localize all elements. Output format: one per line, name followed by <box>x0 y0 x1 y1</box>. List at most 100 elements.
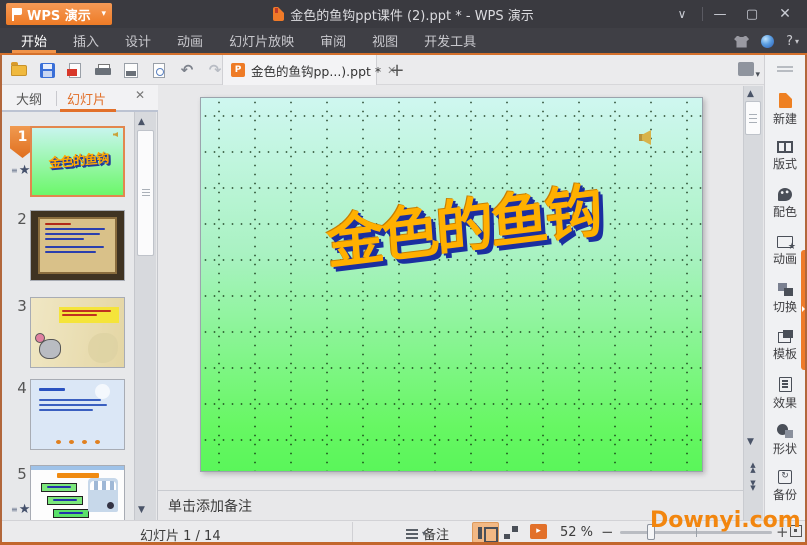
slide-2-number: 2 <box>17 210 27 228</box>
editor-scroll-up-icon[interactable]: ▲ <box>747 89 754 99</box>
app-menu-button[interactable]: WPS 演示 ▾ <box>6 3 112 25</box>
notes-input-area[interactable]: 单击添加备注 <box>158 490 743 520</box>
slide-thumbnail-3[interactable] <box>30 297 125 368</box>
titlebar-divider <box>702 7 703 21</box>
normal-view-button[interactable] <box>472 522 499 543</box>
find-preview-button[interactable] <box>148 59 170 81</box>
editor-scrollbar-track[interactable] <box>743 86 763 520</box>
slide-sorter-view-button[interactable] <box>504 526 518 539</box>
panel-scroll-down-icon[interactable]: ▼ <box>138 505 145 515</box>
slide-thumbnail-2[interactable] <box>30 210 125 281</box>
notes-placeholder: 单击添加备注 <box>168 498 252 515</box>
slide-thumbnail-4[interactable] <box>30 379 125 450</box>
new-tab-button[interactable]: + <box>384 57 410 83</box>
thumb-1-preview: 金色的鱼钩 <box>32 128 123 195</box>
undo-button[interactable]: ↶ <box>176 59 198 81</box>
close-button[interactable]: ✕ <box>769 0 801 28</box>
slide-1-animation-indicator: ≡ ★ <box>11 163 30 178</box>
thumb-5-preview <box>31 466 124 520</box>
window-border-left <box>0 55 2 545</box>
sidebar-item-label: 动画 <box>772 252 797 266</box>
workspace-switch-icon[interactable] <box>738 62 760 80</box>
statusbar-divider <box>352 522 353 542</box>
open-folder-icon <box>11 61 27 76</box>
tab-devtools[interactable]: 开发工具 <box>411 28 489 53</box>
tab-outline[interactable]: 大纲 <box>16 89 42 108</box>
star-icon: ★ <box>18 163 31 178</box>
chevron-down-icon: ▾ <box>101 9 106 19</box>
backup-restore-icon: ↻ <box>778 470 792 484</box>
thumb-3-preview <box>31 298 124 367</box>
ribbon-right-tools: ? ▾ <box>734 30 799 53</box>
slide-wordart-title[interactable]: 金色的鱼钩 <box>291 159 634 284</box>
sidebar-item-label: 版式 <box>772 157 797 171</box>
slide-canvas[interactable]: 金色的鱼钩 <box>200 97 703 472</box>
document-tab[interactable]: P 金色的鱼钩pp...).ppt * ✕ <box>222 55 396 85</box>
skin-theme-icon[interactable] <box>734 35 750 48</box>
help-menu[interactable]: ? ▾ <box>786 34 799 49</box>
editor-scrollbar-thumb[interactable] <box>745 101 761 135</box>
sidebar-item-transition[interactable]: 切换 <box>764 283 806 315</box>
maximize-button[interactable]: ▢ <box>737 0 767 28</box>
previous-slide-button[interactable]: ▲ ▲ <box>746 462 760 474</box>
thumb-2-preview <box>31 211 124 280</box>
panel-scroll-up-icon[interactable]: ▲ <box>138 117 145 127</box>
star-icon: ★ <box>18 502 31 517</box>
panel-scrollbar-thumb[interactable] <box>137 130 154 256</box>
tab-review[interactable]: 审阅 <box>307 28 359 53</box>
sidebar-item-backup[interactable]: ↻ 备份 <box>764 470 806 503</box>
slide-thumbnail-1[interactable]: 金色的鱼钩 <box>30 126 125 197</box>
thumb-1-wordart: 金色的鱼钩 <box>48 151 110 172</box>
print-preview-icon <box>124 62 138 78</box>
transition-icon <box>777 283 793 296</box>
tab-animation[interactable]: 动画 <box>164 28 216 53</box>
export-pdf-button[interactable] <box>64 59 86 81</box>
minimize-button[interactable]: — <box>705 0 735 28</box>
tab-home[interactable]: 开始 <box>8 28 60 53</box>
print-preview-button[interactable] <box>120 59 142 81</box>
sidebar-item-colorscheme[interactable]: 配色 <box>764 188 806 220</box>
save-button[interactable] <box>36 59 58 81</box>
zoom-out-button[interactable]: − <box>601 523 614 541</box>
palette-icon <box>778 188 792 201</box>
zoom-in-button[interactable]: + <box>776 523 789 541</box>
document-tab-label: 金色的鱼钩pp...).ppt * <box>251 63 382 79</box>
cloud-account-icon[interactable] <box>761 35 775 48</box>
next-slide-button[interactable]: ▼ ▼ <box>746 480 760 492</box>
close-panel-icon[interactable]: ✕ <box>135 88 145 102</box>
speaker-audio-icon[interactable] <box>639 130 654 145</box>
sidebar-item-template[interactable]: 模板 <box>764 330 806 362</box>
slideshow-view-button[interactable]: ▸ <box>530 524 547 539</box>
ribbon-tab-bar: 开始 插入 设计 动画 幻灯片放映 审阅 视图 开发工具 <box>0 28 807 55</box>
fit-to-window-icon[interactable] <box>790 525 802 537</box>
print-button[interactable] <box>92 59 114 81</box>
tab-view[interactable]: 视图 <box>359 28 411 53</box>
tab-slides[interactable]: 幻灯片 <box>67 89 106 108</box>
notes-lines-icon <box>406 528 426 539</box>
tab-insert[interactable]: 插入 <box>60 28 112 53</box>
sidebar-item-layout[interactable]: 版式 <box>764 141 806 172</box>
tab-design[interactable]: 设计 <box>112 28 164 53</box>
pdf-export-icon <box>67 62 81 78</box>
redo-icon: ↷ <box>208 61 222 79</box>
open-button[interactable] <box>8 59 30 81</box>
editor-scroll-down-icon[interactable]: ▼ <box>747 437 754 447</box>
sidebar-item-effect[interactable]: 效果 <box>764 377 806 411</box>
animation-star-icon <box>777 236 796 252</box>
slide-thumbnail-5[interactable] <box>30 465 125 520</box>
sidebar-item-label: 模板 <box>772 347 797 361</box>
app-name: WPS 演示 <box>27 8 91 24</box>
page-magnifier-icon <box>153 62 165 78</box>
notes-toggle-button[interactable]: 备注 <box>406 524 449 543</box>
wps-presentation-window: { "titlebar": { "app_name": "WPS 演示", "d… <box>0 0 807 545</box>
sidebar-collapse-handle[interactable] <box>777 66 793 72</box>
chevron-down-icon: ▾ <box>794 37 799 46</box>
collapse-window-button[interactable]: ∨ <box>669 0 695 28</box>
sidebar-item-animation[interactable]: 动画 <box>764 236 806 267</box>
quick-toolbar-buttons: ↶ ↷ ▾ <box>8 55 254 85</box>
tab-slideshow[interactable]: 幻灯片放映 <box>216 28 307 53</box>
sidebar-item-shape[interactable]: 形状 <box>764 424 806 457</box>
layout-icon <box>777 141 793 153</box>
sidebar-item-new[interactable]: 新建 <box>764 93 806 127</box>
zoom-slider-thumb[interactable] <box>647 524 655 540</box>
